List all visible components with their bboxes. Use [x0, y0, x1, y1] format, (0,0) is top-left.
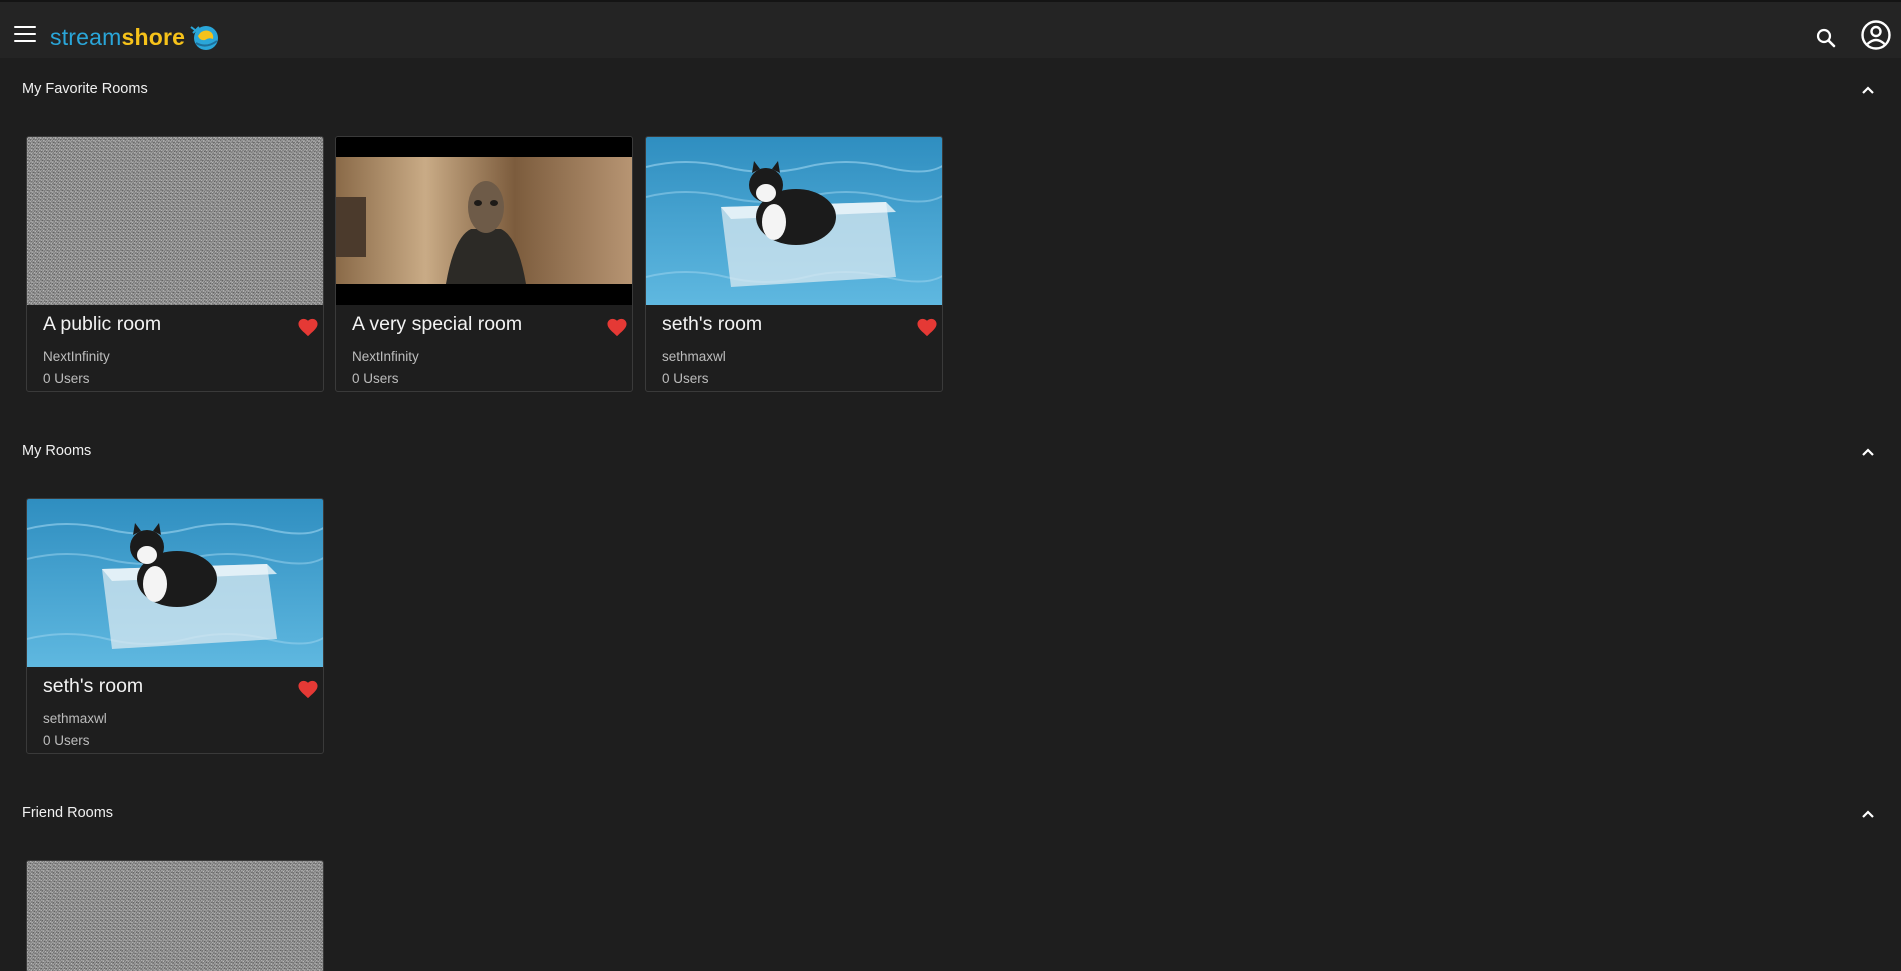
search-icon[interactable]: [1814, 26, 1838, 50]
room-card[interactable]: A public room NextInfinity 0 Users: [26, 136, 324, 392]
room-owner: NextInfinity: [352, 349, 419, 364]
logo-globe-icon: [190, 26, 219, 50]
room-card[interactable]: seth's room sethmaxwl 0 Users: [645, 136, 943, 392]
logo-text-shore: shore: [121, 23, 186, 50]
room-card[interactable]: A very special room NextInfinity 0 Users: [335, 136, 633, 392]
room-thumbnail-cat-in-box: [646, 137, 942, 305]
chevron-up-icon[interactable]: [1858, 80, 1878, 100]
room-user-count: 0 Users: [662, 371, 709, 386]
chevron-up-icon[interactable]: [1858, 442, 1878, 462]
room-owner: sethmaxwl: [662, 349, 726, 364]
room-user-count: 0 Users: [352, 371, 399, 386]
room-name: seth's room: [43, 675, 144, 697]
section-title: My Rooms: [22, 443, 92, 459]
room-user-count: 0 Users: [43, 733, 90, 748]
room-card[interactable]: seth's room sethmaxwl 0 Users: [26, 498, 324, 754]
room-name: seth's room: [662, 313, 763, 335]
app-bar: stream shore: [0, 0, 1901, 58]
section-header-favorite-rooms: My Favorite Rooms: [0, 72, 1901, 108]
room-user-count: 0 Users: [43, 371, 90, 386]
room-thumbnail-cat-in-box: [27, 499, 323, 667]
section-header-friend-rooms: Friend Rooms: [0, 796, 1901, 832]
section-title: Friend Rooms: [22, 805, 114, 821]
room-thumbnail-static-noise: [27, 861, 323, 971]
account-circle-icon[interactable]: [1860, 19, 1892, 51]
room-owner: NextInfinity: [43, 349, 110, 364]
section-header-my-rooms: My Rooms: [0, 434, 1901, 470]
heart-icon[interactable]: [297, 317, 319, 337]
heart-icon[interactable]: [606, 317, 628, 337]
room-name: A public room: [43, 313, 162, 335]
room-card[interactable]: [26, 860, 324, 971]
room-thumbnail-alien-figure: [336, 137, 632, 305]
logo[interactable]: stream shore: [50, 20, 221, 54]
menu-icon[interactable]: [14, 26, 36, 43]
chevron-up-icon[interactable]: [1858, 804, 1878, 824]
room-thumbnail-static-noise: [27, 137, 323, 305]
room-owner: sethmaxwl: [43, 711, 107, 726]
heart-icon[interactable]: [916, 317, 938, 337]
heart-icon[interactable]: [297, 679, 319, 699]
section-title: My Favorite Rooms: [22, 81, 148, 97]
logo-text-stream: stream: [50, 23, 122, 50]
room-name: A very special room: [352, 313, 523, 335]
